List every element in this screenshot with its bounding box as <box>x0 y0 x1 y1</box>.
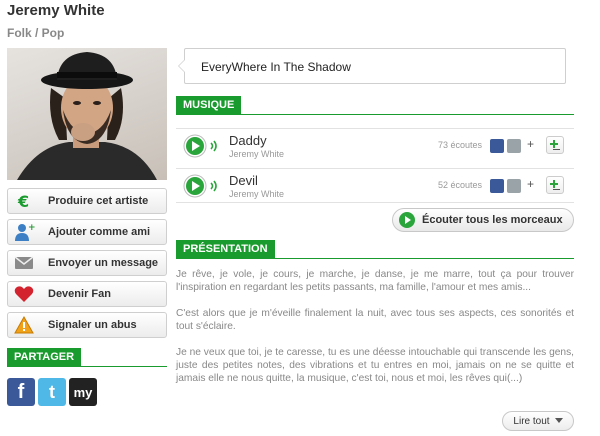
svg-text:+: + <box>28 223 35 233</box>
track-artist: Jeremy White <box>229 188 285 199</box>
presentation-paragraph: Je rêve, je vole, je cours, je marche, j… <box>176 269 574 293</box>
play-icon[interactable] <box>183 134 207 158</box>
facebook-icon[interactable]: f <box>7 378 35 406</box>
share-divider <box>7 366 167 367</box>
share-buttons: f t my <box>7 378 97 406</box>
presentation-divider <box>176 258 574 259</box>
track-title[interactable]: Devil <box>229 173 284 188</box>
produce-artist-label: Produire cet artiste <box>48 195 149 207</box>
more-share-icon[interactable]: + <box>527 177 534 191</box>
add-playlist-icon <box>550 140 560 150</box>
track-row: Devil Jeremy White 52 écoutes + <box>176 168 574 203</box>
add-to-playlist-button[interactable] <box>546 176 564 194</box>
send-message-label: Envoyer un message <box>48 257 159 269</box>
track-info: Devil Jeremy White <box>229 173 284 199</box>
listen-all-button[interactable]: Écouter tous les morceaux <box>392 208 574 232</box>
read-more-label: Lire tout <box>513 415 550 427</box>
track-info: Daddy Jeremy White <box>229 133 284 159</box>
send-message-button[interactable]: Envoyer un message <box>7 250 167 276</box>
play-icon[interactable] <box>183 174 207 198</box>
myspace-icon[interactable]: my <box>69 378 97 406</box>
euro-icon: € <box>10 189 38 213</box>
music-divider <box>176 114 574 115</box>
svg-text:€: € <box>17 192 29 211</box>
listen-all-label: Écouter tous les morceaux <box>422 214 563 226</box>
sound-wave-icon <box>210 140 217 152</box>
chevron-down-icon <box>554 418 563 423</box>
more-share-icon[interactable]: + <box>527 137 534 151</box>
add-friend-icon: + <box>10 220 38 244</box>
sound-wave-icon <box>210 180 217 191</box>
presentation-paragraph: C'est alors que je m'éveille finalement … <box>176 308 574 332</box>
envelope-icon <box>10 251 38 275</box>
track-artist: Jeremy White <box>229 149 285 159</box>
add-to-playlist-button[interactable] <box>546 136 564 154</box>
artist-genre: Folk / Pop <box>7 26 65 40</box>
twitter-share-icon[interactable] <box>507 179 521 193</box>
artist-status-bubble: EveryWhere In The Shadow <box>178 48 566 84</box>
presentation-text: Je rêve, je vole, je cours, je marche, j… <box>176 268 574 398</box>
twitter-icon[interactable]: t <box>38 378 66 406</box>
track-row: Daddy Jeremy White 73 écoutes + <box>176 128 574 163</box>
add-friend-button[interactable]: + Ajouter comme ami <box>7 219 167 245</box>
track-title[interactable]: Daddy <box>229 133 284 148</box>
track-plays: 73 écoutes <box>437 140 482 150</box>
read-more-button[interactable]: Lire tout <box>502 411 574 431</box>
facebook-share-icon[interactable] <box>490 179 504 193</box>
produce-artist-button[interactable]: € Produire cet artiste <box>7 188 167 214</box>
track-plays: 52 écoutes <box>437 180 482 190</box>
report-abuse-label: Signaler un abus <box>48 319 137 331</box>
artist-status-text: EveryWhere In The Shadow <box>201 60 351 74</box>
add-friend-label: Ajouter comme ami <box>48 226 151 238</box>
play-icon <box>399 212 415 228</box>
report-abuse-button[interactable]: Signaler un abus <box>7 312 167 338</box>
artist-actions: € Produire cet artiste + Ajouter comme a… <box>7 188 167 343</box>
twitter-share-icon[interactable] <box>507 139 521 153</box>
add-playlist-icon <box>550 180 560 190</box>
artist-photo <box>7 48 167 180</box>
heart-icon <box>10 282 38 306</box>
warning-icon <box>10 313 38 337</box>
facebook-share-icon[interactable] <box>490 139 504 153</box>
presentation-paragraph: Je ne veux que toi, je te caresse, tu es… <box>176 347 574 384</box>
artist-name: Jeremy White <box>7 2 105 19</box>
become-fan-label: Devenir Fan <box>48 288 111 300</box>
share-title: PARTAGER <box>7 348 82 366</box>
music-title: MUSIQUE <box>176 96 242 114</box>
presentation-title: PRÉSENTATION <box>176 240 275 258</box>
become-fan-button[interactable]: Devenir Fan <box>7 281 167 307</box>
